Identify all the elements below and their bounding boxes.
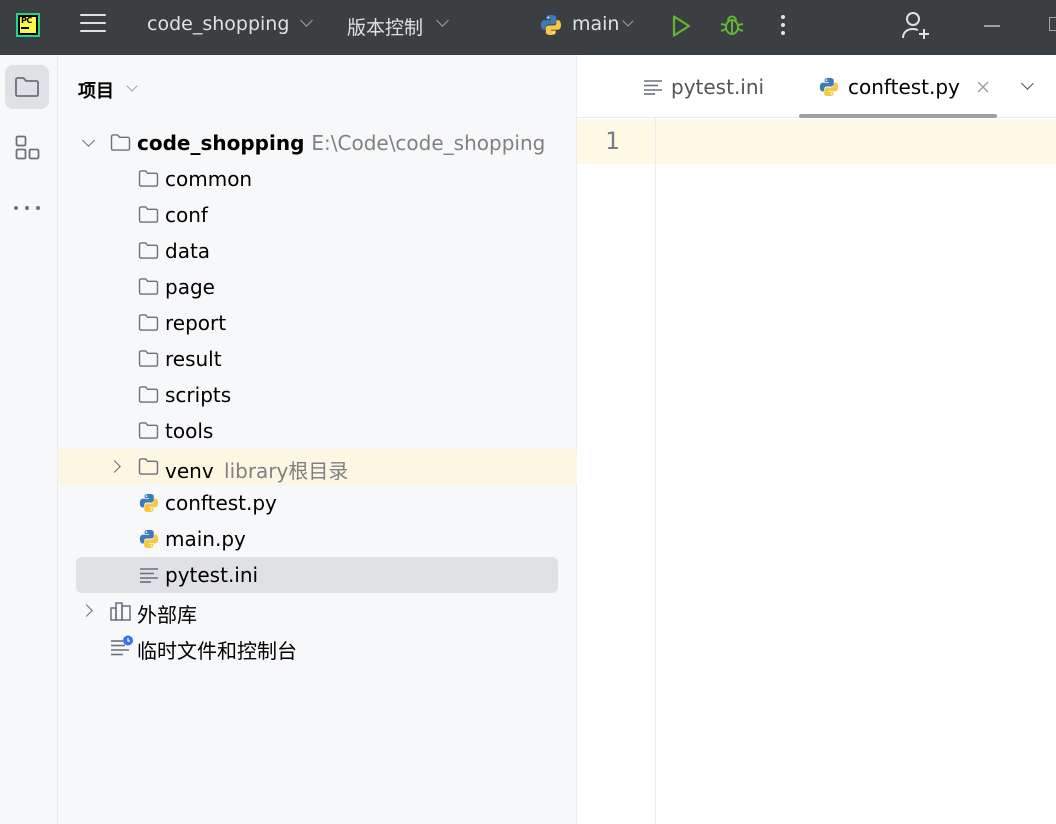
more-icon [14, 206, 40, 210]
tab-pytest-ini[interactable]: pytest.ini [643, 55, 764, 118]
editor-tab-bar: pytest.ini conftest.py [577, 55, 1056, 118]
tree-item-label: venv library根目录 [165, 459, 349, 483]
close-icon[interactable] [976, 80, 990, 94]
scratches-icon [111, 635, 133, 656]
folder-icon [138, 206, 159, 223]
editor-panel: pytest.ini conftest.py 1 [577, 55, 1056, 824]
tree-item-label: conf [165, 203, 208, 227]
chevron-down-icon [300, 14, 313, 27]
tree-row-external-libraries[interactable]: 外部库 [58, 593, 577, 629]
root-folder-label: code_shopping E:\Code\code_shopping [137, 131, 546, 155]
tree-item-label: result [165, 347, 222, 371]
more-actions-icon[interactable] [778, 13, 788, 37]
python-file-icon [139, 529, 159, 549]
tab-label: pytest.ini [671, 74, 765, 99]
tree-item-label: 外部库 [137, 603, 197, 627]
tree-row-file-selected[interactable]: pytest.ini [76, 557, 558, 593]
chevron-down-icon[interactable] [82, 134, 95, 147]
chevron-down-icon[interactable] [126, 80, 138, 92]
tree-item-label: data [165, 239, 211, 263]
folder-icon [110, 134, 131, 151]
tree-item-label: report [165, 311, 227, 335]
tree-item-label: 临时文件和控制台 [137, 639, 297, 663]
library-icon [110, 602, 131, 621]
folder-icon [138, 386, 159, 403]
tree-row-root[interactable]: code_shopping E:\Code\code_shopping [58, 125, 577, 161]
run-icon[interactable] [668, 13, 694, 39]
folder-icon [138, 242, 159, 259]
chevron-right-icon[interactable] [108, 460, 121, 473]
tool-window-strip [0, 55, 58, 824]
folder-icon [138, 278, 159, 295]
tree-row-file[interactable]: main.py [58, 521, 577, 557]
text-file-icon [644, 79, 662, 95]
chevron-right-icon[interactable] [80, 604, 93, 617]
structure-icon [15, 135, 40, 160]
python-file-icon [819, 77, 839, 96]
project-panel: 项目 code_shopping E:\Code\code_shopping c… [58, 55, 577, 824]
run-configuration-dropdown[interactable]: main [572, 13, 619, 35]
folder-icon [138, 350, 159, 367]
chevron-down-icon [436, 14, 449, 27]
tree-row-folder[interactable]: page [58, 269, 577, 305]
venv-hint: library根目录 [224, 459, 349, 483]
folder-icon [15, 77, 39, 97]
tree-row-folder[interactable]: conf [58, 197, 577, 233]
tree-item-label: main.py [165, 527, 246, 551]
folder-icon [138, 170, 159, 187]
tree-item-label: scripts [165, 383, 232, 407]
vcs-dropdown[interactable]: 版本控制 [347, 13, 423, 40]
tree-row-folder[interactable]: result [58, 341, 577, 377]
python-icon [541, 15, 561, 35]
active-tab-indicator [799, 114, 997, 118]
structure-tool-button[interactable] [5, 125, 49, 169]
title-bar: PC code_shopping 版本控制 main [0, 0, 1056, 55]
line-number: 1 [605, 127, 620, 155]
tree-item-label: pytest.ini [165, 563, 259, 587]
tree-item-label: conftest.py [165, 491, 277, 515]
project-panel-title[interactable]: 项目 [78, 77, 114, 103]
tree-row-folder[interactable]: data [58, 233, 577, 269]
root-path: E:\Code\code_shopping [311, 131, 546, 155]
tree-row-folder[interactable]: tools [58, 413, 577, 449]
chevron-down-icon[interactable] [1021, 77, 1034, 90]
tree-item-label: tools [165, 419, 214, 443]
folder-icon [138, 422, 159, 439]
tree-row-scratches[interactable]: 临时文件和控制台 [58, 629, 577, 665]
tree-item-label: common [165, 167, 253, 191]
tree-item-label: page [165, 275, 215, 299]
minimize-icon[interactable] [984, 25, 1000, 27]
tree-row-folder[interactable]: common [58, 161, 577, 197]
add-user-icon[interactable] [900, 10, 932, 40]
folder-icon [138, 314, 159, 331]
tab-conftest-py[interactable]: conftest.py [818, 55, 990, 118]
caret-line-highlight [577, 119, 1056, 164]
gutter-divider [655, 118, 656, 824]
tab-label: conftest.py [848, 74, 960, 99]
tree-row-venv[interactable]: venv library根目录 [58, 449, 577, 485]
text-file-icon [140, 568, 158, 583]
project-tool-button[interactable] [5, 65, 49, 109]
tree-row-folder[interactable]: report [58, 305, 577, 341]
chevron-down-icon [622, 15, 634, 27]
python-file-icon [139, 493, 159, 513]
debug-icon[interactable] [719, 12, 745, 38]
main-menu-icon[interactable] [80, 14, 106, 36]
folder-icon [138, 458, 159, 475]
tree-row-file[interactable]: conftest.py [58, 485, 577, 521]
project-name-dropdown[interactable]: code_shopping [147, 13, 289, 35]
pycharm-logo-icon[interactable]: PC [16, 13, 40, 37]
maximize-icon[interactable] [1049, 17, 1056, 31]
tree-row-folder[interactable]: scripts [58, 377, 577, 413]
more-tools-button[interactable] [5, 185, 49, 229]
